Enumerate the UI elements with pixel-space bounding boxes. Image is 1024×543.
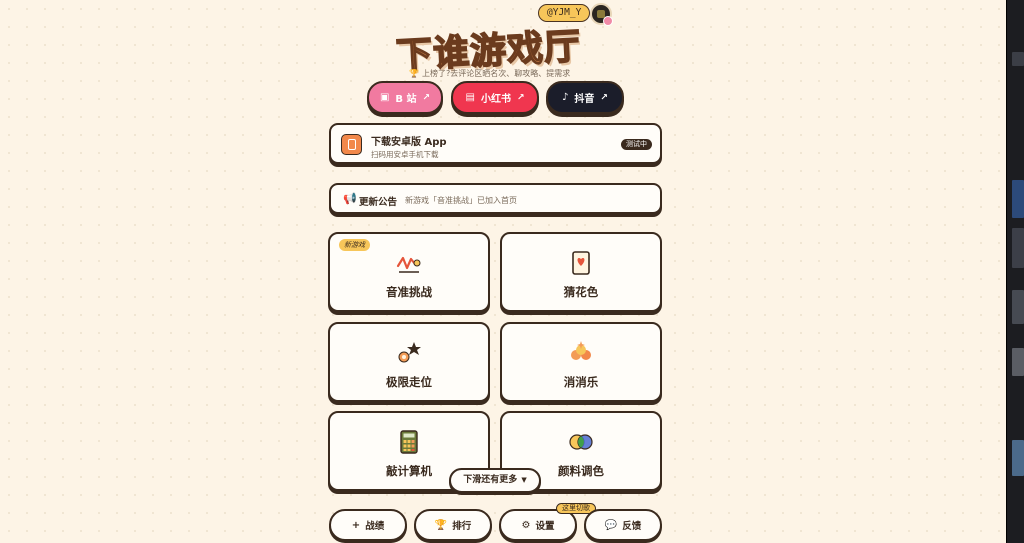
external-link-icon: ↗ — [422, 92, 431, 103]
trophy-icon: 🏆 — [409, 69, 419, 78]
edge-thumbnail — [1012, 52, 1024, 66]
feedback-label: 反馈 — [622, 521, 642, 532]
xiaohongshu-label: 小红书 — [480, 94, 511, 105]
game-card-pitch[interactable]: 新游戏 音准挑战 — [328, 232, 490, 312]
records-label: 战绩 — [365, 521, 385, 532]
feedback-button[interactable]: 💬 反馈 — [584, 509, 662, 541]
douyin-label: 抖音 — [574, 94, 595, 105]
update-notice[interactable]: 📢 更新公告 新游戏「音准挑战」已加入首页 — [329, 183, 662, 214]
leaderboard-button[interactable]: 🏆 排行 — [414, 509, 492, 541]
dodge-star-icon — [398, 342, 421, 363]
tagline-text: 上榜了?去评论区晒名次、聊攻略、提需求 — [421, 69, 571, 78]
scroll-more-hint[interactable]: 下滑还有更多 ▼ — [449, 468, 541, 493]
douyin-icon: ♪ — [562, 92, 569, 103]
edge-thumbnail — [1012, 228, 1024, 268]
bilibili-label: B 站 — [395, 94, 417, 105]
chevron-down-icon: ▼ — [521, 476, 527, 484]
game-name: 猜花色 — [563, 285, 599, 299]
gear-icon: ⚙ — [521, 519, 531, 531]
ball-icon — [603, 16, 613, 26]
edge-thumbnail — [1012, 348, 1024, 376]
new-game-badge: 新游戏 — [339, 239, 370, 251]
logo: 下谁游戏厅 @YJM_Y — [390, 3, 620, 78]
game-card-dodge[interactable]: 极限走位 — [328, 322, 490, 402]
match-three-icon — [571, 341, 591, 360]
game-name: 音准挑战 — [386, 285, 432, 299]
records-button[interactable]: + 战绩 — [329, 509, 407, 541]
notice-text: 新游戏「音准挑战」已加入首页 — [405, 196, 517, 205]
user-handle-tag: @YJM_Y — [538, 4, 591, 22]
edge-thumbnail — [1012, 290, 1024, 324]
edge-thumbnail — [1012, 180, 1024, 218]
app-download-subtitle: 扫码用安卓手机下载 — [371, 150, 439, 159]
playing-card-icon — [572, 251, 590, 275]
android-app-icon — [341, 134, 362, 155]
settings-label: 设置 — [535, 521, 555, 532]
chat-bubble-icon: 💬 — [604, 519, 618, 531]
game-name: 极限走位 — [386, 375, 432, 389]
color-mix-icon — [569, 434, 593, 450]
plus-icon: + — [351, 519, 361, 531]
xiaohongshu-button[interactable]: ▤ 小红书 ↗ — [451, 81, 539, 114]
game-card-match[interactable]: 消消乐 — [500, 322, 662, 402]
leaderboard-label: 排行 — [452, 521, 472, 532]
bilibili-button[interactable]: ▣ B 站 ↗ — [367, 81, 443, 114]
game-name: 消消乐 — [563, 375, 599, 389]
tagline: 🏆 上榜了?去评论区晒名次、聊攻略、提需求 — [409, 68, 609, 79]
game-card-suit[interactable]: 猜花色 — [500, 232, 662, 312]
scroll-more-label: 下滑还有更多 — [463, 475, 518, 485]
calculator-icon — [400, 430, 418, 454]
status-badge: 测试中 — [621, 139, 652, 150]
notice-title: 更新公告 — [359, 197, 398, 208]
app-download-card[interactable]: 下载安卓版 App 扫码用安卓手机下载 测试中 — [329, 123, 662, 164]
external-link-icon: ↗ — [600, 92, 608, 103]
pitch-wave-icon — [396, 256, 421, 273]
douyin-button[interactable]: ♪ 抖音 ↗ — [546, 81, 624, 114]
trophy-icon: 🏆 — [434, 519, 448, 531]
xiaohongshu-icon: ▤ — [465, 92, 475, 103]
edge-thumbnail — [1012, 440, 1024, 476]
bilibili-icon: ▣ — [379, 92, 390, 103]
megaphone-icon: 📢 — [343, 192, 357, 205]
external-link-icon: ↗ — [516, 92, 525, 103]
app-download-title: 下载安卓版 App — [371, 137, 447, 148]
